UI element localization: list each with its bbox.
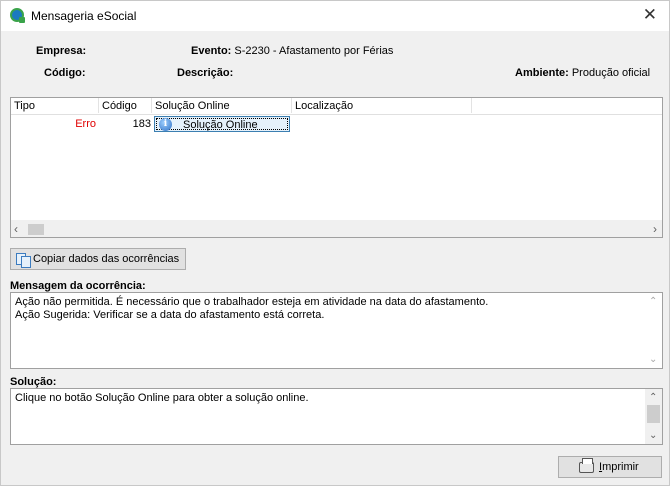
evento-value: S-2230 - Afastamento por Férias	[234, 45, 394, 57]
info-icon: i	[159, 118, 172, 131]
cell-tipo: Erro	[75, 118, 96, 130]
mensagem-line-1: Ação não permitida. É necessário que o t…	[15, 296, 489, 308]
mensageria-window: Mensageria eSocial ✕ Empresa: Evento: S-…	[0, 0, 670, 486]
solucao-vertical-scrollbar[interactable]: ⌃ ⌄	[645, 389, 662, 444]
scroll-thumb[interactable]	[647, 405, 660, 423]
mensagem-textbox[interactable]: Ação não permitida. É necessário que o t…	[10, 292, 663, 369]
copy-button-label: Copiar dados das ocorrências	[33, 253, 180, 265]
mensagem-label: Mensagem da ocorrência:	[10, 280, 146, 292]
occurrences-grid[interactable]: Tipo Código Solução Online Localização E…	[10, 97, 663, 238]
print-button-label: Imprimir	[599, 461, 639, 473]
column-header-solucao-online[interactable]: Solução Online	[152, 98, 292, 113]
scroll-right-icon[interactable]: ›	[653, 222, 657, 236]
empresa-label: Empresa:	[36, 45, 87, 57]
solucao-online-button[interactable]: i Solução Online	[154, 116, 290, 132]
solucao-label: Solução:	[10, 376, 57, 388]
scroll-up-icon[interactable]: ⌃	[649, 391, 657, 404]
solucao-online-button-label: Solução Online	[183, 119, 258, 131]
printer-icon	[579, 458, 594, 473]
scroll-down-icon[interactable]: ⌄	[649, 353, 657, 366]
solucao-textbox[interactable]: Clique no botão Solução Online para obte…	[10, 388, 663, 445]
empresa-field: Empresa:	[36, 45, 86, 57]
mensagem-line-2: Ação Sugerida: Verificar se a data do af…	[15, 309, 325, 321]
scroll-down-icon[interactable]: ⌄	[649, 429, 657, 442]
window-title: Mensageria eSocial	[31, 9, 137, 23]
copy-occurrences-button[interactable]: Copiar dados das ocorrências	[10, 248, 186, 270]
cell-codigo: 183	[132, 118, 151, 130]
scroll-thumb[interactable]	[28, 224, 44, 235]
app-icon	[10, 8, 25, 23]
ambiente-field: Ambiente: Produção oficial	[515, 67, 650, 79]
solucao-text: Clique no botão Solução Online para obte…	[15, 392, 309, 404]
column-header-localizacao[interactable]: Localização	[292, 98, 472, 113]
codigo-field: Código:	[44, 67, 86, 79]
print-label-rest: mprimir	[602, 461, 639, 473]
descricao-label: Descrição:	[177, 67, 234, 79]
mensagem-vertical-scrollbar[interactable]: ⌃ ⌄	[645, 293, 662, 368]
title-bar: Mensageria eSocial ✕	[1, 1, 669, 31]
descricao-field: Descrição:	[177, 67, 233, 79]
close-icon[interactable]: ✕	[643, 5, 657, 25]
grid-horizontal-scrollbar[interactable]: ‹ ›	[11, 220, 662, 237]
table-row[interactable]: Erro 183 i Solução Online	[11, 116, 662, 133]
codigo-label: Código:	[44, 67, 86, 79]
evento-label: Evento:	[191, 45, 232, 57]
scroll-left-icon[interactable]: ‹	[14, 222, 18, 236]
column-header-codigo[interactable]: Código	[99, 98, 152, 113]
column-header-tipo[interactable]: Tipo	[11, 98, 99, 113]
evento-field: Evento: S-2230 - Afastamento por Férias	[191, 45, 393, 57]
print-button[interactable]: Imprimir	[558, 456, 662, 478]
ambiente-value: Produção oficial	[571, 67, 651, 79]
ambiente-label: Ambiente:	[515, 67, 569, 79]
copy-icon	[16, 253, 31, 268]
grid-header: Tipo Código Solução Online Localização	[11, 98, 662, 115]
scroll-up-icon[interactable]: ⌃	[649, 295, 657, 308]
